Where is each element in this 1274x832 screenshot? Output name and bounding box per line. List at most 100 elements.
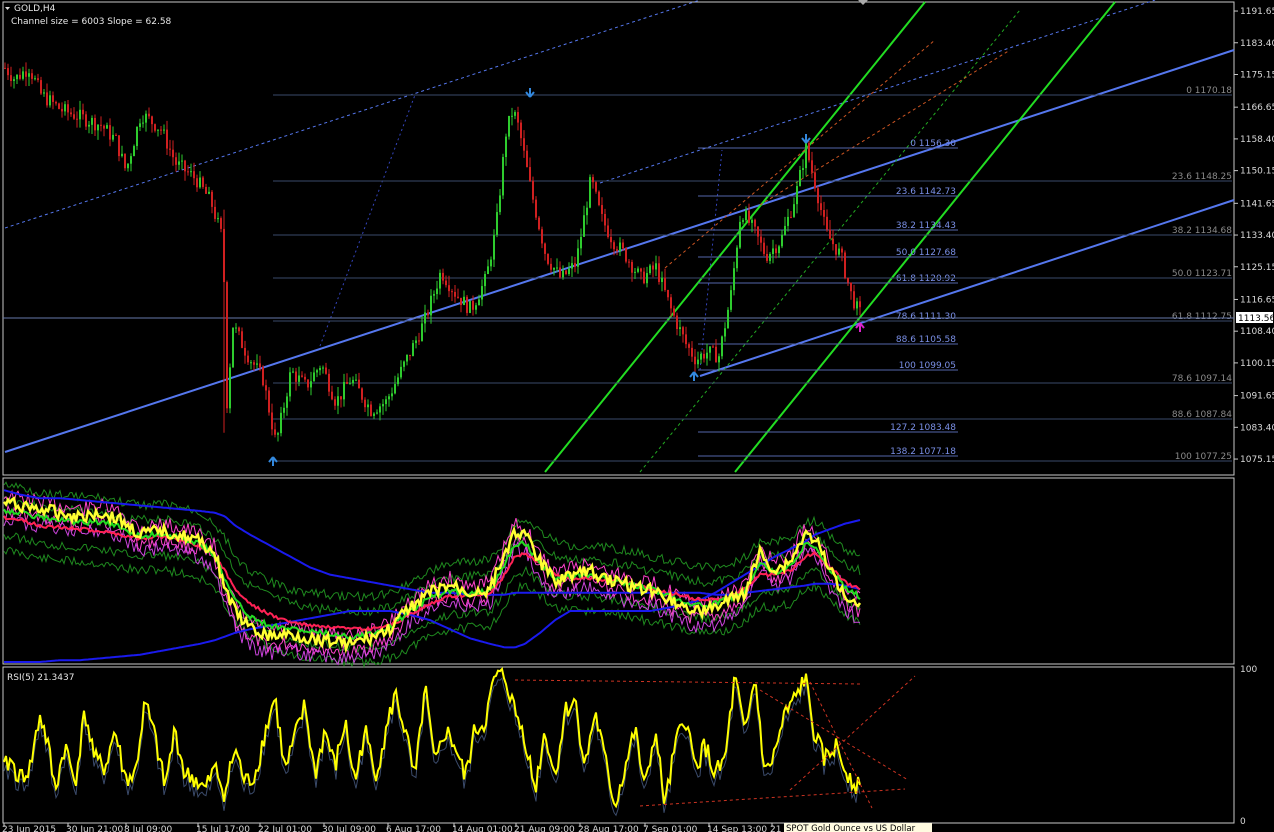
candle-body <box>337 396 339 406</box>
candle-body <box>10 75 12 81</box>
candle-body <box>214 206 216 219</box>
candle-body <box>292 371 294 373</box>
candle-body <box>505 136 507 158</box>
candle-body <box>43 92 45 94</box>
candle-body <box>253 362 255 365</box>
candle-body <box>244 347 246 356</box>
candle-body <box>148 113 150 117</box>
candle-body <box>538 217 540 230</box>
candle-body <box>346 382 348 384</box>
candle-body <box>508 115 510 137</box>
candle-body <box>391 393 393 397</box>
candle-body <box>820 203 822 210</box>
price-tick-label: 1175.15 <box>1240 70 1274 80</box>
candle-body <box>16 74 18 80</box>
candle-body <box>133 146 135 157</box>
candle-body <box>238 327 240 332</box>
candle-body <box>664 277 666 291</box>
candle-body <box>649 265 651 274</box>
candle-body <box>325 367 327 374</box>
candle-body <box>280 412 282 434</box>
candle-body <box>856 301 858 309</box>
candle-body <box>352 379 354 384</box>
time-tick-label: 14 Sep 13:00 <box>707 825 767 832</box>
candle-body <box>475 305 477 310</box>
candle-body <box>121 153 123 157</box>
candle-body <box>334 399 336 406</box>
price-tick-label: 1166.65 <box>1240 103 1274 113</box>
candle-body <box>184 160 186 172</box>
candle-body <box>364 399 366 408</box>
candle-body <box>595 182 597 192</box>
candle-body <box>91 117 93 125</box>
candle-body <box>481 286 483 300</box>
candle-body <box>577 248 579 267</box>
time-tick-label: 30 Jul 09:00 <box>322 825 376 832</box>
candle-body <box>613 242 615 250</box>
candle-body <box>424 312 426 324</box>
candle-body <box>154 124 156 131</box>
candle-body <box>376 412 378 414</box>
candle-body <box>718 356 720 363</box>
candle-body <box>373 413 375 416</box>
candle-body <box>157 129 159 131</box>
candle-body <box>49 95 51 106</box>
candle-body <box>829 229 831 239</box>
candle-body <box>514 112 516 116</box>
time-tick-label: 30 Jun 21:00 <box>66 825 123 832</box>
candle-body <box>178 161 180 165</box>
candle-body <box>397 377 399 385</box>
candle-body <box>259 363 261 368</box>
candle-body <box>169 148 171 150</box>
candle-body <box>409 354 411 357</box>
candle-body <box>349 383 351 385</box>
time-tick-label: 6 Aug 17:00 <box>386 825 441 832</box>
candle-body <box>550 263 552 270</box>
candle-body <box>583 215 585 237</box>
time-tick-label: 21 <box>770 825 781 832</box>
candle-body <box>541 229 543 244</box>
candle-body <box>256 363 258 365</box>
price-tick-label: 1108.40 <box>1240 327 1274 337</box>
fib-level-label: 50.0 1127.68 <box>896 248 956 258</box>
candle-body <box>697 359 699 365</box>
rsi-title: RSI(5) 21.3437 <box>7 673 74 683</box>
price-tick-label: 1183.40 <box>1240 39 1274 49</box>
candle-body <box>730 290 732 310</box>
candle-body <box>316 370 318 373</box>
candle-body <box>268 390 270 413</box>
candle-body <box>433 294 435 296</box>
fib-level-label: 0 1156.30 <box>910 139 956 149</box>
candle-body <box>661 277 663 282</box>
current-price-marker: 1113.56 <box>1236 312 1274 324</box>
fib2-level-label: 88.6 1087.84 <box>1172 410 1232 420</box>
candle-body <box>607 225 609 238</box>
candle-body <box>799 169 801 187</box>
price-tick-label: 1116.65 <box>1240 295 1274 305</box>
candle-body <box>679 327 681 330</box>
candle-body <box>622 242 624 249</box>
candle-body <box>73 114 75 119</box>
candle-body <box>445 280 447 286</box>
candle-body <box>298 375 300 382</box>
candle-body <box>100 124 102 126</box>
candle-body <box>781 234 783 247</box>
candle-body <box>220 218 222 229</box>
candle-body <box>46 92 48 106</box>
candle-body <box>493 234 495 260</box>
candle-body <box>304 376 306 380</box>
candle-body <box>760 236 762 243</box>
candle-body <box>511 115 513 117</box>
candle-body <box>691 347 693 357</box>
candle-body <box>19 74 21 79</box>
candle-body <box>415 340 417 344</box>
candle-body <box>37 78 39 81</box>
candle-body <box>556 267 558 269</box>
candle-body <box>310 381 312 388</box>
candle-body <box>13 79 15 81</box>
candle-body <box>466 296 468 313</box>
candle-body <box>700 353 702 360</box>
candle-body <box>277 433 279 435</box>
candle-body <box>31 73 33 79</box>
candle-body <box>499 195 501 213</box>
